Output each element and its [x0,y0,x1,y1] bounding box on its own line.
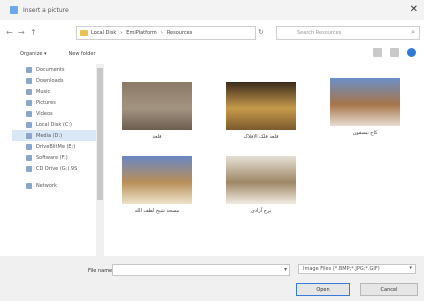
file-thumbnail[interactable]: کاخ تیسفون [330,78,400,136]
sidebar-item[interactable]: Network [26,180,96,191]
sidebar-item[interactable]: Media (D:) [12,130,96,141]
close-icon[interactable]: ✕ [410,4,418,16]
cd-drive-icon [26,165,32,172]
chevron-down-icon: ▾ [409,265,412,271]
file-thumbnail[interactable]: قلعة [122,82,192,140]
refresh-icon[interactable]: ↻ [258,28,264,36]
file-name: قلعه فلک الافلاک [243,134,279,140]
address-bar: ← → ↑ Local Disk › EmiPlatform › Resourc… [0,22,424,42]
drive-icon [26,154,32,161]
preview-pane-icon[interactable] [390,48,399,57]
file-type-select[interactable]: Image Files (*.BMP;*.JPG;*.GIF) ▾ [298,264,416,274]
drive-icon [26,143,32,150]
sidebar-item-label: Pictures [36,99,56,106]
sidebar-item[interactable]: Videos [26,108,96,119]
breadcrumb-item[interactable]: Local Disk [91,30,116,36]
sidebar-item-label: Downloads [36,77,64,84]
sidebar-item-label: Software (F:) [36,154,68,161]
breadcrumb-item[interactable]: Resources [167,30,193,36]
file-thumbnail[interactable]: برج آزادی [226,156,296,214]
file-name: مسجد شیخ لطف الله [134,208,180,214]
search-icon: ⌕ [411,28,415,36]
sidebar-item[interactable]: Downloads [26,75,96,86]
videos-icon [26,110,32,117]
window-title: Insert a picture [23,6,69,14]
file-thumbnail[interactable]: قلعه فلک الافلاک [226,82,296,140]
drive-icon [26,132,32,139]
thumbnail-image [122,82,192,130]
file-name: برج آزادی [250,208,272,214]
new-folder-button[interactable]: New folder [69,51,96,57]
back-icon[interactable]: ← [6,28,13,37]
music-icon [26,88,32,95]
folder-icon [80,30,88,36]
drive-icon [26,121,32,128]
search-input[interactable]: Search Resources ⌕ [276,26,420,40]
sidebar-item-label: Local Disk (C:) [36,121,72,128]
view-options-icon[interactable] [373,48,382,57]
thumbnail-image [122,156,192,204]
app-icon [10,6,18,14]
network-icon [26,182,32,189]
sidebar-item-label: Media (D:) [36,132,63,139]
breadcrumb[interactable]: Local Disk › EmiPlatform › Resources [76,26,256,40]
file-name: قلعة [152,134,162,140]
thumbnail-image [226,156,296,204]
scrollbar-thumb[interactable] [97,68,103,200]
file-name-label: File name: [88,268,114,274]
sidebar-item-label: Network [36,182,57,189]
sidebar-item-label: DriveBlitMe (E:) [36,143,76,150]
file-name-input[interactable] [112,264,290,276]
pictures-icon [26,99,32,106]
file-thumbnail[interactable]: مسجد شیخ لطف الله [122,156,192,214]
breadcrumb-item[interactable]: EmiPlatform [126,30,157,36]
title-bar: Insert a picture ✕ [0,0,424,20]
thumbnail-image [330,78,400,126]
sidebar-item[interactable]: Music [26,86,96,97]
breadcrumb-separator: › [120,30,123,36]
sidebar-item-label: Videos [36,110,53,117]
thumbnail-image [226,82,296,130]
downloads-icon [26,77,32,84]
sidebar-item[interactable]: Documents [26,64,96,75]
cancel-button[interactable]: Cancel [360,283,418,296]
sidebar-scrollbar[interactable] [96,64,104,256]
navigation-pane: Documents Downloads Music Pictures Videos Loc… [12,64,96,254]
file-dialog: Insert a picture ✕ ← → ↑ Local Disk › Em… [0,0,424,301]
sidebar-item[interactable]: Local Disk (C:) [26,119,96,130]
sidebar-item[interactable]: Pictures [26,97,96,108]
view-controls [373,48,416,57]
sidebar-item-label: Music [36,88,51,95]
breadcrumb-separator: › [160,30,163,36]
documents-icon [26,66,32,73]
open-button[interactable]: Open [296,283,350,296]
sidebar-item-label: Documents [36,66,65,73]
file-list: قلعة قلعه فلک الافلاک کاخ تیسفون مسجد شیخ ل… [108,64,424,260]
chevron-down-icon[interactable]: ▾ [284,266,287,273]
sidebar-item[interactable]: DriveBlitMe (E:) [26,141,96,152]
toolbar: Organize ▾ New folder [0,46,424,62]
file-name: کاخ تیسفون [352,130,378,136]
organize-button[interactable]: Organize ▾ [20,51,47,57]
search-placeholder: Search Resources [297,30,342,36]
sidebar-item[interactable]: CD Drive (G:) 9S [26,163,96,174]
footer: File name: ▾ Image Files (*.BMP;*.JPG;*.… [0,256,424,301]
sidebar-item[interactable]: Software (F:) [26,152,96,163]
help-icon[interactable] [407,48,416,57]
forward-icon[interactable]: → [18,28,25,37]
sidebar-item-label: CD Drive (G:) 9S [36,165,78,172]
up-icon[interactable]: ↑ [30,28,37,37]
file-type-value: Image Files (*.BMP;*.JPG;*.GIF) [303,266,380,272]
